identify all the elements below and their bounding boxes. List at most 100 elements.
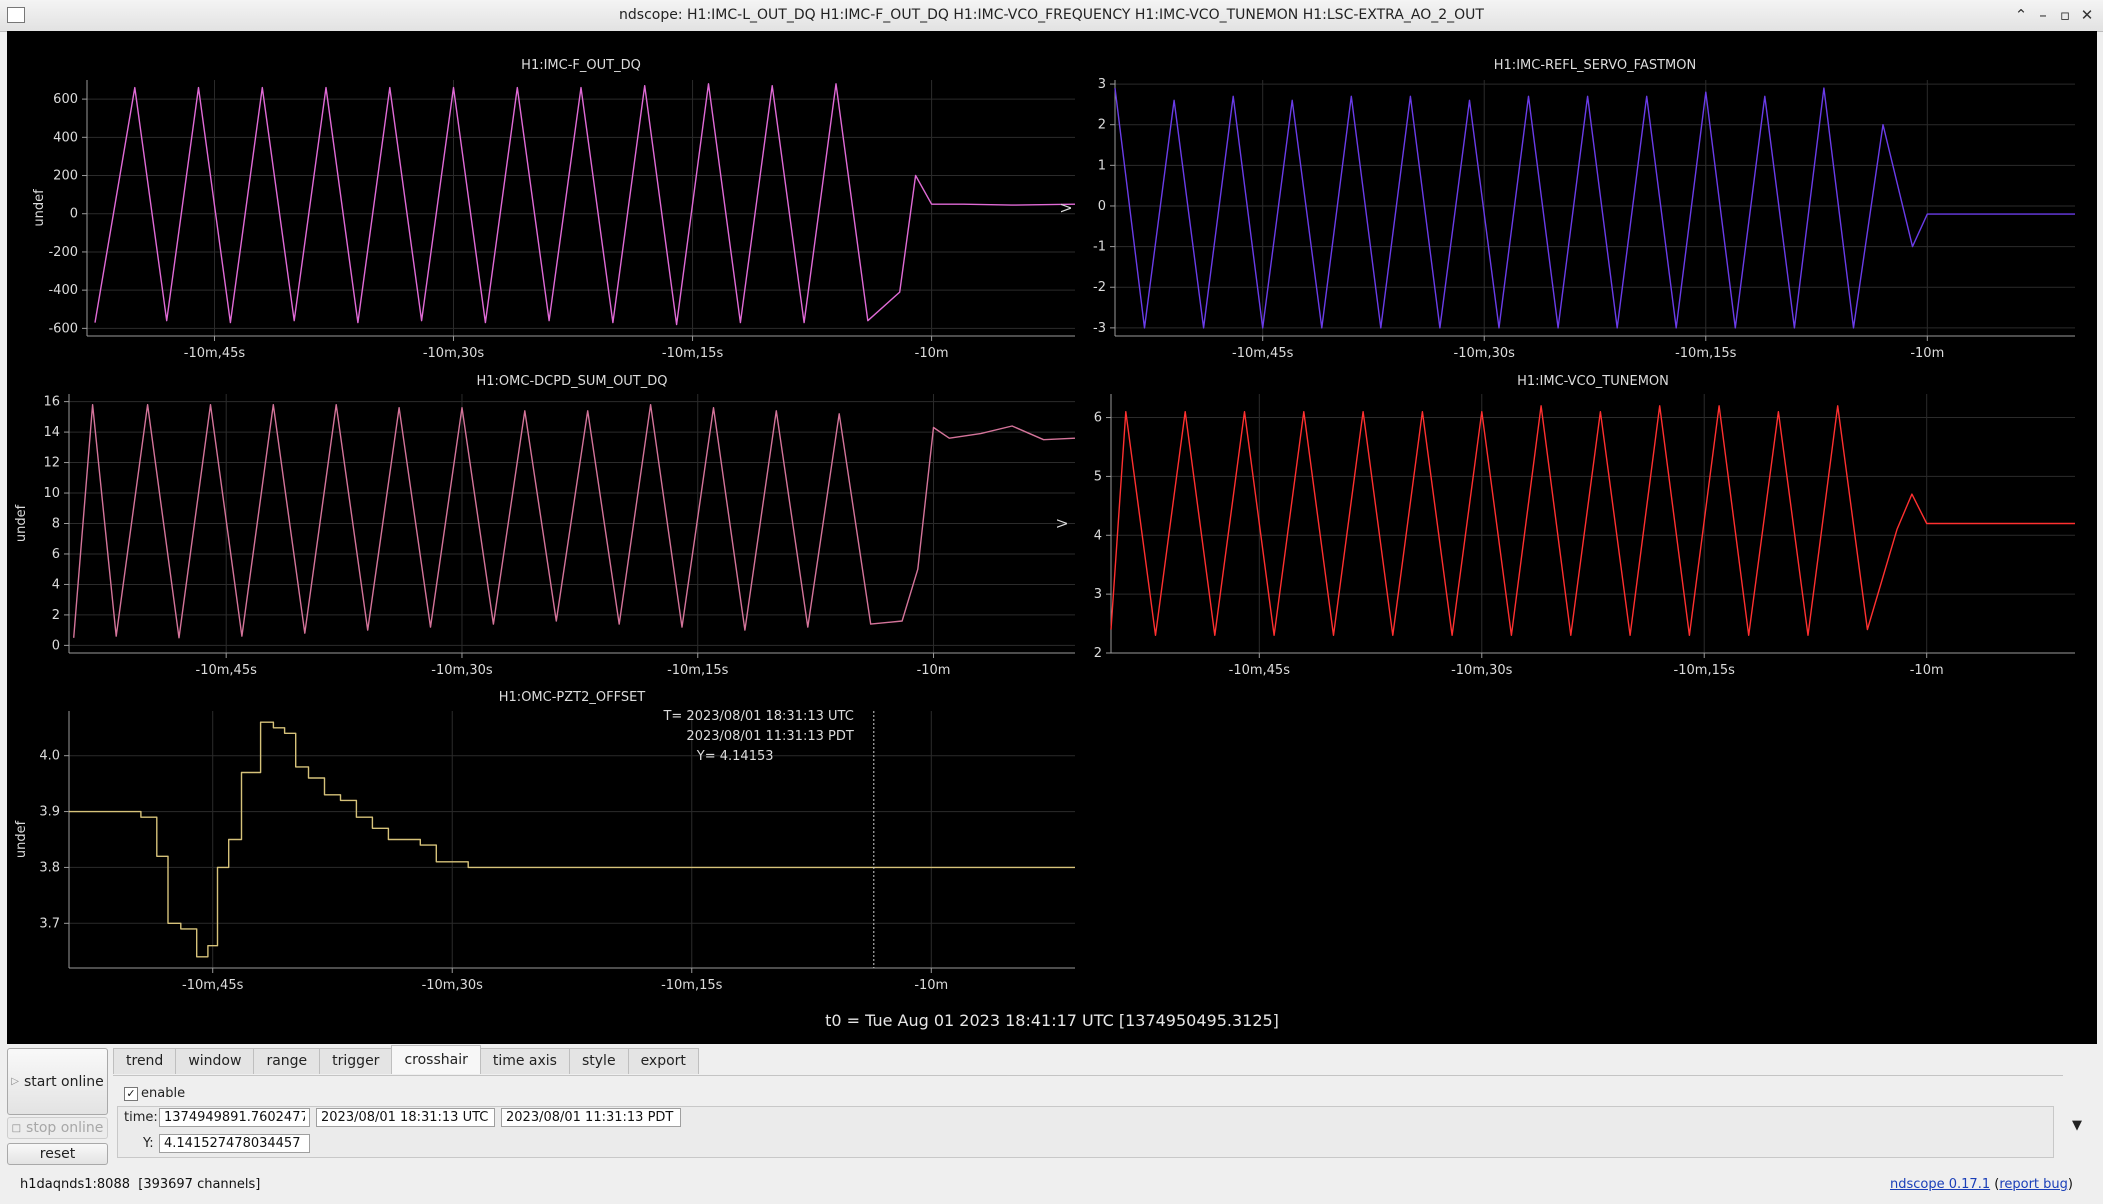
y-tick-label: 2 <box>1094 646 1102 661</box>
y-tick-label: 4 <box>52 577 60 592</box>
scope-area: 6 0 0 400 200 0 -200 -400 -600 -10m,45s -10m,30s -1… <box>7 31 2097 1044</box>
y-value-input[interactable] <box>159 1134 310 1153</box>
y-tick-label: 400 <box>53 130 78 145</box>
y-tick-label: -200 <box>48 245 78 260</box>
tab-range[interactable]: range <box>253 1048 321 1074</box>
y-tick-label: 12 <box>43 456 60 471</box>
tab-trigger[interactable]: trigger <box>319 1048 393 1074</box>
y-tick-label: 6 <box>52 547 60 562</box>
y-label: Y: <box>143 1136 154 1151</box>
plots-canvas: 6 0 0 400 200 0 -200 -400 -600 -10m,45s -10m,30s -1… <box>14 58 2075 1030</box>
x-tick-label: -10m <box>1910 346 1944 361</box>
report-bug-link[interactable]: report bug <box>1999 1177 2068 1192</box>
control-tabs: trend window range trigger crosshair tim… <box>113 1045 699 1075</box>
y-tick-label: 0 <box>70 207 78 222</box>
y-tick-label: 2 <box>1098 118 1106 133</box>
x-tick-label: -10m,45s <box>1232 346 1294 361</box>
plot-title: H1:OMC-PZT2_OFFSET <box>499 690 646 705</box>
y-tick-label: 0 <box>52 638 60 653</box>
x-tick-label: -10m,30s <box>1454 346 1516 361</box>
y-tick-label: 200 <box>53 169 78 184</box>
y-axis-label: V <box>1060 203 1075 212</box>
trace-p4 <box>1110 405 2075 636</box>
tab-export[interactable]: export <box>627 1048 699 1074</box>
y-tick-label: 6 <box>1094 411 1102 426</box>
x-tick-label: -10m,15s <box>662 346 724 361</box>
y-tick-label: 1 <box>1098 158 1106 173</box>
x-tick-label: -10m,30s <box>431 663 493 678</box>
tab-trend[interactable]: trend <box>113 1048 177 1074</box>
title-bar: ndscope: H1:IMC-L_OUT_DQ H1:IMC-F_OUT_DQ… <box>0 0 2103 32</box>
restore-icon[interactable]: ▫ <box>2055 4 2075 26</box>
tab-crosshair[interactable]: crosshair <box>391 1045 481 1074</box>
y-tick-label: -3 <box>1093 321 1106 336</box>
plot-title: H1:IMC-VCO_TUNEMON <box>1517 374 1669 389</box>
y-tick-label: -600 <box>48 321 78 336</box>
server-address: h1daqnds1:8088 <box>20 1177 130 1192</box>
tab-window[interactable]: window <box>175 1048 255 1074</box>
y-tick-label: 4 <box>1094 528 1102 543</box>
close-icon[interactable]: ✕ <box>2077 4 2097 26</box>
enable-checkbox[interactable]: ✓ <box>124 1087 138 1101</box>
tab-style[interactable]: style <box>568 1048 629 1074</box>
x-tick-label: -10m,15s <box>1675 346 1737 361</box>
y-tick-label: 16 <box>43 395 60 410</box>
time-pdt-input[interactable] <box>501 1108 681 1127</box>
status-server: h1daqnds1:8088 [393697 channels] <box>20 1177 260 1192</box>
time-gps-input[interactable] <box>159 1108 310 1127</box>
play-icon: ▷ <box>11 1076 19 1087</box>
y-axis-label: undef <box>14 504 29 542</box>
window-title: ndscope: H1:IMC-L_OUT_DQ H1:IMC-F_OUT_DQ… <box>619 7 1484 23</box>
trace-p5 <box>69 721 1075 958</box>
x-tick-label: -10m,15s <box>661 978 723 993</box>
x-tick-label: -10m <box>914 978 948 993</box>
y-tick-label: 3.8 <box>39 860 60 875</box>
trace-p3 <box>73 404 1076 639</box>
plot-p2[interactable] <box>1110 80 2075 341</box>
x-tick-label: -10m,15s <box>1674 663 1736 678</box>
y-axis-label: V <box>1056 519 1071 528</box>
y-axis-label: undef <box>32 189 47 227</box>
tab-time-axis[interactable]: time axis <box>479 1048 570 1074</box>
plot-p4[interactable] <box>1106 394 2075 658</box>
x-tick-label: -10m,45s <box>196 663 258 678</box>
y-tick-label: 3 <box>1094 587 1102 602</box>
y-tick-label: 3.7 <box>39 916 60 931</box>
y-tick-label: -1 <box>1093 240 1106 255</box>
x-tick-label: -10m,45s <box>184 346 246 361</box>
y-tick-label: 4.0 <box>39 749 60 764</box>
plot-p3[interactable] <box>64 394 1076 658</box>
x-tick-label: -10m,30s <box>1451 663 1513 678</box>
minimize-icon[interactable]: ⌃ <box>2011 4 2031 26</box>
crosshair-time-pdt: 2023/08/01 11:31:13 PDT <box>686 729 853 744</box>
plot-title: H1:IMC-F_OUT_DQ <box>521 58 641 73</box>
time-label: time: <box>124 1110 158 1125</box>
plot-p1[interactable] <box>82 80 1076 341</box>
version-link[interactable]: ndscope 0.17.1 <box>1890 1177 1990 1192</box>
trace-p1 <box>94 83 1076 326</box>
start-online-button[interactable]: ▷ start online <box>7 1048 108 1115</box>
y-tick-label: 3.9 <box>39 805 60 820</box>
y-tick-label: -400 <box>48 283 78 298</box>
reset-button[interactable]: reset <box>7 1143 108 1165</box>
y-tick-label: 0 <box>1098 199 1106 214</box>
channel-count: [393697 channels] <box>138 1177 261 1192</box>
expand-arrow-icon[interactable]: ▼ <box>2072 1118 2082 1133</box>
x-tick-label: -10m,45s <box>182 978 244 993</box>
tab-divider <box>113 1075 2063 1076</box>
y-tick-label: 2 <box>52 608 60 623</box>
crosshair-time-utc: T= 2023/08/01 18:31:13 UTC <box>662 709 853 724</box>
x-tick-label: -10m <box>1910 663 1944 678</box>
x-tick-label: -10m <box>917 663 951 678</box>
x-tick-label: -10m,45s <box>1229 663 1291 678</box>
maximize-icon[interactable]: – <box>2033 4 2053 26</box>
plot-title: H1:OMC-DCPD_SUM_OUT_DQ <box>477 374 668 389</box>
y-tick-label: 5 <box>1094 469 1102 484</box>
stop-online-button[interactable]: □ stop online <box>7 1117 108 1139</box>
plot-title: H1:IMC-REFL_SERVO_FASTMON <box>1494 58 1696 73</box>
y-tick-label: -2 <box>1093 280 1106 295</box>
trace-p2 <box>1114 87 2075 329</box>
time-utc-input[interactable] <box>316 1108 495 1127</box>
y-axis-label: undef <box>14 820 29 858</box>
plot-p5[interactable] <box>64 711 1075 973</box>
